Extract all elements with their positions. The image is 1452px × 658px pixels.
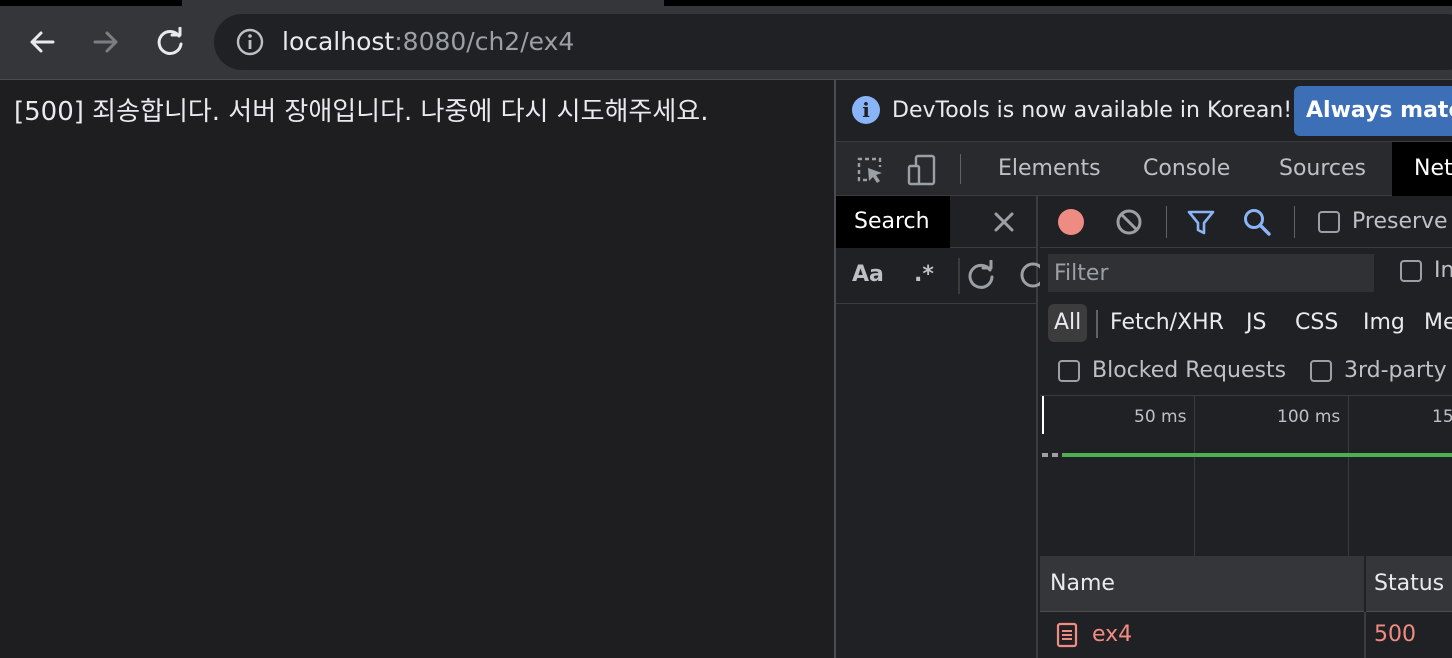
blocked-requests-label: Blocked Requests <box>1092 358 1287 383</box>
blocked-filters: Blocked Requests 3rd-party r <box>1040 348 1452 396</box>
timeline-waiting-dash <box>1042 453 1048 457</box>
timeline-start-marker <box>1042 396 1044 434</box>
browser-toolbar: localhost:8080/ch2/ex4 <box>0 0 1452 80</box>
search-icon[interactable] <box>1242 207 1272 237</box>
tabbar-divider <box>960 154 961 184</box>
network-overview[interactable]: 50 ms 100 ms 15 <box>1040 396 1452 556</box>
device-toolbar-icon[interactable] <box>906 154 938 186</box>
timeline-request-bar <box>1062 453 1452 457</box>
timeline-gridline <box>1348 396 1349 556</box>
refresh-icon[interactable] <box>966 260 996 290</box>
tab-strip-edge <box>664 0 1452 6</box>
type-divider <box>1096 310 1098 338</box>
url-path: :8080/ch2/ex4 <box>394 27 575 56</box>
tab-console[interactable]: Console <box>1143 142 1230 196</box>
inspect-element-icon[interactable] <box>854 154 886 186</box>
search-header: Search <box>836 196 1036 248</box>
filter-icon[interactable] <box>1186 207 1216 237</box>
infobar-text: DevTools is now available in Korean! <box>892 98 1293 123</box>
error-message: [500] 죄송합니다. 서버 장애입니다. 나중에 다시 시도해주세요. <box>14 97 709 127</box>
timeline-waiting-dash <box>1052 453 1058 457</box>
info-icon: i <box>852 96 880 124</box>
tab-strip-edge <box>0 0 182 6</box>
column-status[interactable]: Status <box>1374 556 1444 612</box>
search-toolbar: Aa .* <box>836 248 1046 304</box>
third-party-checkbox[interactable] <box>1310 360 1332 382</box>
timeline-gridline <box>1194 396 1195 556</box>
devtools-panel: i DevTools is now available in Korean! A… <box>834 80 1452 658</box>
tab-network[interactable]: Net <box>1392 142 1452 196</box>
search-tab[interactable]: Search <box>836 196 950 248</box>
preserve-log-label: Preserve <box>1352 209 1448 234</box>
request-status: 500 <box>1374 622 1416 647</box>
language-infobar: i DevTools is now available in Korean! A… <box>836 80 1452 142</box>
network-toolbar: Preserve <box>1040 196 1452 248</box>
blocked-requests-checkbox[interactable] <box>1058 360 1080 382</box>
reload-icon <box>157 27 183 55</box>
clear-log-icon[interactable] <box>1114 207 1144 237</box>
type-img[interactable]: Img <box>1363 304 1405 342</box>
record-button[interactable] <box>1058 209 1084 235</box>
arrow-right-icon <box>93 31 118 53</box>
toolbar-divider <box>958 258 960 294</box>
resource-type-filters: All Fetch/XHR JS CSS Img Me <box>1040 298 1452 348</box>
requests-table-header: Name Status <box>1040 556 1452 612</box>
timeline-tick-label: 15 <box>1432 407 1452 427</box>
always-match-button[interactable]: Always match <box>1294 86 1452 136</box>
back-button[interactable] <box>22 22 62 62</box>
arrow-left-icon <box>30 31 55 53</box>
site-info-icon[interactable] <box>236 28 264 56</box>
reload-button[interactable] <box>150 22 190 62</box>
table-row[interactable]: ex4 500 <box>1040 612 1452 658</box>
tab-elements[interactable]: Elements <box>998 142 1101 196</box>
document-icon <box>1056 622 1078 648</box>
match-case-button[interactable]: Aa <box>852 260 884 290</box>
type-css[interactable]: CSS <box>1295 304 1338 342</box>
url-host: localhost <box>282 27 395 56</box>
forward-button[interactable] <box>86 22 126 62</box>
invert-checkbox[interactable] <box>1400 260 1422 282</box>
toolbar-divider <box>1294 206 1295 238</box>
type-all[interactable]: All <box>1048 304 1088 342</box>
tab-sources[interactable]: Sources <box>1279 142 1366 196</box>
toolbar-divider <box>1166 206 1167 238</box>
filter-input[interactable] <box>1048 254 1374 292</box>
type-js[interactable]: JS <box>1246 304 1266 342</box>
search-drawer: Search Aa .* <box>836 196 1046 658</box>
regex-button[interactable]: .* <box>914 260 934 290</box>
request-name: ex4 <box>1092 622 1133 647</box>
third-party-label: 3rd-party r <box>1344 358 1452 383</box>
address-bar[interactable]: localhost:8080/ch2/ex4 <box>214 14 1452 70</box>
invert-label: In <box>1434 258 1452 283</box>
column-divider <box>1364 612 1366 658</box>
column-divider[interactable] <box>1364 556 1366 612</box>
timeline-tick-label: 100 ms <box>1277 407 1341 427</box>
column-name[interactable]: Name <box>1050 556 1115 612</box>
type-media[interactable]: Me <box>1424 304 1452 342</box>
close-icon[interactable] <box>990 208 1018 236</box>
network-panel: Preserve In All Fetch/XHR JS CSS Img Me … <box>1040 196 1452 658</box>
preserve-log-checkbox[interactable] <box>1318 211 1340 233</box>
devtools-tabbar: Elements Console Sources Net <box>836 142 1452 196</box>
filter-row: In <box>1040 248 1452 298</box>
timeline-tick-label: 50 ms <box>1134 407 1187 427</box>
url-text: localhost:8080/ch2/ex4 <box>282 26 574 58</box>
page-viewport: [500] 죄송합니다. 서버 장애입니다. 나중에 다시 시도해주세요. <box>0 80 834 658</box>
type-fetch-xhr[interactable]: Fetch/XHR <box>1110 304 1224 342</box>
